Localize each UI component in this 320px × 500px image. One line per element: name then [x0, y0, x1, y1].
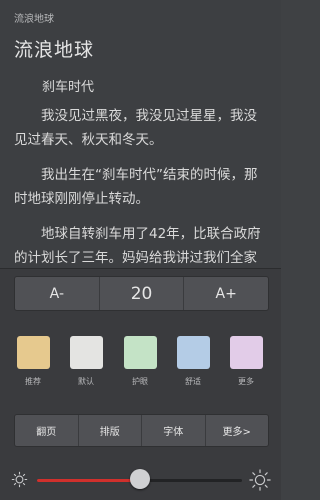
- theme-comfort[interactable]: 舒适: [175, 336, 211, 387]
- paragraph: 地球自转刹车用了42年，比联合政府的计划长了三年。妈妈给我讲过我们全家: [14, 226, 261, 266]
- tab-more[interactable]: 更多>: [206, 415, 269, 446]
- theme-label: 护眼: [132, 377, 148, 386]
- font-increase-button[interactable]: A+: [184, 277, 268, 310]
- font-size-value: 20: [98, 277, 185, 310]
- theme-label: 推荐: [25, 377, 41, 386]
- eye-care-theme-swatch[interactable]: [123, 336, 157, 369]
- font-size-control: A- 20 A+: [14, 276, 269, 311]
- theme-label: 默认: [78, 377, 94, 386]
- comfort-theme-swatch[interactable]: [176, 336, 210, 369]
- tab-font[interactable]: 字体: [142, 415, 206, 446]
- tab-page-turn[interactable]: 翻页: [15, 415, 79, 446]
- default-theme-swatch[interactable]: [69, 336, 103, 369]
- chapter-title: 流浪地球: [14, 39, 95, 61]
- recommended-theme-swatch[interactable]: [16, 336, 50, 369]
- more-theme-swatch[interactable]: [229, 336, 263, 369]
- theme-recommended[interactable]: 推荐: [15, 336, 51, 387]
- theme-more[interactable]: 更多: [228, 336, 264, 387]
- theme-label: 更多: [238, 377, 254, 386]
- brightness-control: [0, 465, 281, 495]
- book-name: 流浪地球: [14, 14, 54, 25]
- paragraph: 我没见过黑夜，我没见过星星，我没见过春天、秋天和冬天。: [14, 108, 257, 148]
- settings-tabs: 翻页 排版 字体 更多>: [14, 414, 269, 447]
- sun-large-icon: [249, 469, 271, 491]
- brightness-slider-fill: [37, 479, 140, 482]
- brightness-slider-thumb[interactable]: [129, 469, 150, 489]
- sun-small-icon: [11, 471, 28, 488]
- font-decrease-button[interactable]: A-: [15, 277, 99, 310]
- theme-label: 舒适: [185, 377, 201, 386]
- theme-default[interactable]: 默认: [68, 336, 104, 387]
- reading-settings-panel: A- 20 A+ 推荐 默认 护眼 舒适 更多 翻页 排版 字体 更多>: [0, 268, 281, 500]
- paragraph: 我出生在“刹车时代”结束的时候，那时地球刚刚停止转动。: [14, 167, 258, 207]
- reader-content[interactable]: 流浪地球 流浪地球 刹车时代 我没见过黑夜，我没见过星星，我没见过春天、秋天和冬…: [0, 0, 281, 268]
- theme-eye-care[interactable]: 护眼: [122, 336, 158, 387]
- tab-layout[interactable]: 排版: [79, 415, 142, 446]
- theme-selector: 推荐 默认 护眼 舒适 更多: [0, 336, 281, 396]
- section-title: 刹车时代: [42, 80, 95, 95]
